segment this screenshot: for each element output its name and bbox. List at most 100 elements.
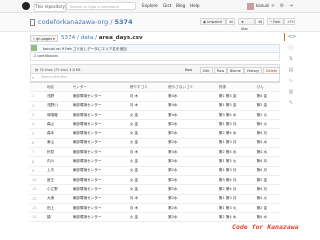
table-cell: 鈴見 — [44, 147, 71, 158]
table-cell: 東部環境センター — [70, 156, 128, 167]
table-cell: 第2水 — [166, 194, 217, 204]
nav-help[interactable]: Help — [190, 2, 200, 10]
table-cell: 第1 第3 火 — [216, 203, 255, 214]
branch-select[interactable]: ⑂ gh-pages ▾ — [30, 35, 58, 42]
star-button[interactable]: ★ Star — [238, 18, 255, 31]
plus-icon[interactable]: + — [270, 3, 276, 9]
table-row: 12 大浦 東部環境センター月 木第2水 第1 第3 月第4 火 — [30, 194, 280, 204]
commit-avatar[interactable] — [31, 45, 37, 51]
table-cell: 東部環境センター — [70, 119, 128, 130]
code-icon[interactable]: <> — [284, 33, 299, 41]
table-cell: 第4 月 — [254, 184, 280, 195]
column-header: 資源 — [216, 81, 255, 93]
table-cell: 第2 第4 月 — [216, 184, 255, 195]
fork-count[interactable]: 179 — [284, 18, 295, 25]
table-cell: 森山 — [44, 119, 71, 130]
table-cell: 第2 火 — [254, 110, 280, 121]
line-number: 11 — [30, 184, 45, 195]
wiki-icon[interactable]: ▤ — [284, 66, 298, 74]
table-cell: 第2水 — [166, 203, 217, 214]
settings-icon[interactable]: ✎ — [284, 99, 298, 107]
file-search-input[interactable]: Search this file... — [30, 74, 280, 82]
line-number: 12 — [30, 194, 45, 204]
table-cell: 火 金 — [127, 156, 166, 167]
edit-button[interactable]: Edit — [200, 66, 213, 74]
table-cell: 第2水 — [166, 128, 217, 139]
repo-sidebar: <> ⓘ ⇅ ▤ ∿ ▥ ✎ — [284, 33, 298, 128]
breadcrumb-root[interactable]: 5374 — [61, 35, 75, 41]
table-cell: 火 金 — [127, 128, 166, 139]
table-cell: 東部環境センター — [70, 110, 128, 121]
table-cell: 東部環境センター — [70, 128, 128, 139]
repo-title[interactable]: codeforkanazawa-org / 5374 — [38, 17, 133, 27]
table-cell: 第2 金 — [254, 203, 280, 214]
issue-icon[interactable]: ⓘ — [284, 44, 298, 52]
unwatch-button[interactable]: ◉ Unwatch — [200, 18, 226, 25]
signout-icon[interactable]: ⇥ — [288, 3, 294, 9]
table-row: 14 額東部環境センター火 金第2水 第2 第4 水第4 水 — [30, 212, 280, 223]
column-header: 地名 — [44, 81, 71, 93]
repo-owner[interactable]: codeforkanazawa-org — [38, 18, 108, 26]
repo-name[interactable]: 5374 — [115, 18, 133, 26]
breadcrumb-data[interactable]: data — [81, 35, 94, 41]
table-cell: 第4 月 — [254, 156, 280, 167]
table-row: 9 上平 東部環境センター火 金第2水 第1 第3 月第4 月 — [30, 166, 280, 176]
table-cell: 第2 第4 水 — [216, 128, 255, 139]
table-cell: 月 木 — [127, 147, 166, 158]
table-cell: 額 — [44, 212, 71, 223]
star-count[interactable]: 46 — [255, 18, 264, 25]
table-cell: 東部環境センター — [70, 101, 128, 111]
contributors[interactable]: 2 contributors — [30, 53, 280, 61]
table-cell: 第4水 — [166, 110, 217, 121]
table-row: 11 小立野 東部環境センター火 金第2水 第2 第4 月第4 月 — [30, 184, 280, 195]
table-cell: 月 木 — [127, 203, 166, 214]
line-number: 3 — [30, 110, 45, 121]
search-context[interactable]: This repository — [34, 2, 66, 12]
table-cell: 第4水 — [166, 91, 217, 102]
table-row: 4 森山 東部環境センター火 金第2水 第1 第3 月第4 火 — [30, 119, 280, 130]
username[interactable]: kanuni — [256, 2, 269, 10]
table-cell: 浅野川 — [44, 101, 71, 111]
table-cell: 第4 水 — [254, 212, 280, 223]
column-header: びん — [254, 81, 280, 93]
table-cell: 田上 — [44, 203, 71, 214]
table-cell: 第4 火 — [254, 194, 280, 204]
line-number: 1 — [30, 91, 45, 102]
table-cell: 大浦 — [44, 194, 71, 204]
blame-button[interactable]: Blame — [227, 66, 244, 74]
graph-icon[interactable]: ▥ — [284, 88, 298, 96]
pullrequest-icon[interactable]: ⇅ — [284, 55, 298, 63]
table-cell: 東山 — [44, 138, 71, 149]
nav-explore[interactable]: Explore — [142, 2, 158, 10]
breadcrumb: 5374 / data / area_days.csv — [61, 35, 143, 41]
search-input[interactable]: Search or type a command — [66, 2, 136, 10]
github-logo-icon[interactable] — [22, 2, 30, 10]
latest-commit[interactable]: kanuni on 9 Feb ゴミ出しデータにエリア名を追加 — [30, 44, 280, 53]
table-cell: 第4 金 — [254, 91, 280, 102]
nav-blog[interactable]: Blog — [176, 2, 185, 10]
delete-button[interactable]: Delete — [263, 66, 281, 74]
table-cell: 第1 第3 月 — [216, 119, 255, 130]
table-cell: 内川 — [44, 156, 71, 167]
table-cell: 森本 — [44, 128, 71, 139]
gear-icon[interactable]: ⚙ — [279, 3, 285, 9]
repo-icon — [30, 19, 35, 26]
table-cell: 火 金 — [127, 175, 166, 186]
table-cell: 東部環境センター — [70, 147, 128, 158]
table-cell: 第4 水 — [254, 138, 280, 149]
table-row: 5 森本 東部環境センター火 金第2水 第2 第4 水第4 月 — [30, 128, 280, 139]
table-cell: 第2水 — [166, 119, 217, 130]
avatar[interactable] — [247, 3, 254, 10]
table-cell: 月 木 — [127, 91, 166, 102]
raw-icon-button[interactable]: Raw — [183, 67, 194, 74]
table-cell: 第3 第4 月 — [216, 175, 255, 186]
table-header: 地名 センター 燃やすゴミ 燃やさないゴミ 資源 びん — [30, 81, 280, 93]
history-button[interactable]: History — [244, 66, 263, 74]
fork-button[interactable]: ⑂ Fork — [267, 18, 284, 25]
pulse-icon[interactable]: ∿ — [284, 77, 298, 85]
table-cell: 第2 第4 水 — [216, 147, 255, 158]
watch-count[interactable]: 40 — [226, 18, 235, 25]
raw-button[interactable]: Raw — [214, 66, 228, 74]
nav-gist[interactable]: Gist — [163, 2, 171, 10]
table-cell: 第4水 — [166, 101, 217, 111]
